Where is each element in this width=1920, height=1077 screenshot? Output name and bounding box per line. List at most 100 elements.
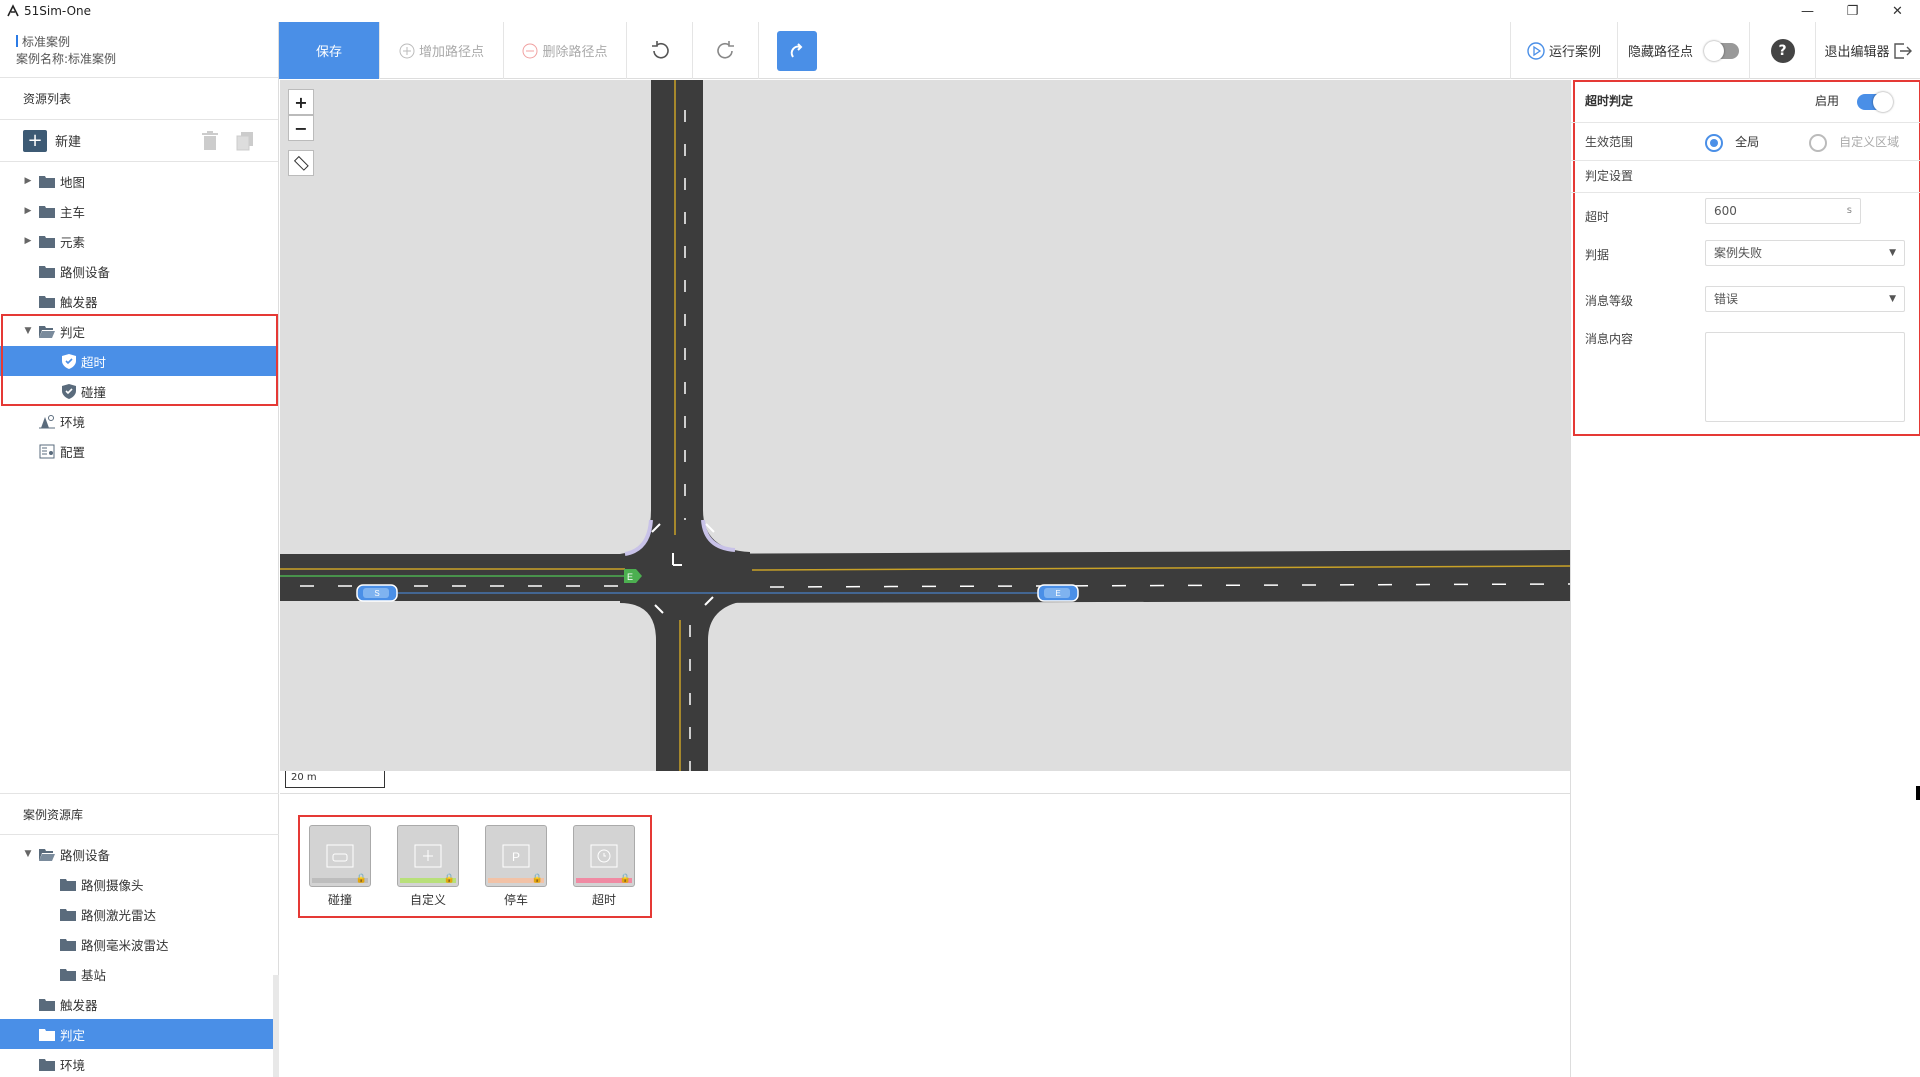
caret-icon[interactable]: ▶ — [23, 206, 33, 216]
close-button[interactable]: ✕ — [1875, 0, 1920, 22]
tree-item-label: 超时 — [81, 354, 107, 370]
case-library-panel: 案例资源库 ▼ 路侧设备 路侧摄像头 路侧激光雷达 路侧毫米波雷达 基站 触发器 — [0, 793, 279, 1077]
undo-button[interactable] — [627, 22, 693, 79]
map-canvas[interactable]: E S E + − — [280, 80, 1570, 771]
lib-item-label: 判定 — [60, 1027, 86, 1043]
ruler-button[interactable] — [288, 150, 314, 176]
palette-tile[interactable]: 🔒 — [309, 825, 371, 887]
tree-item-environment[interactable]: 环境 — [0, 406, 278, 436]
route-mode-button[interactable] — [759, 22, 835, 79]
timeout-input[interactable]: 600 s — [1705, 198, 1861, 224]
zoom-out-button[interactable]: − — [288, 115, 314, 141]
case-library-title: 案例资源库 — [0, 793, 279, 835]
panel-title: 超时判定 — [1585, 94, 1634, 108]
palette-tile[interactable]: 🔒 — [573, 825, 635, 887]
scope-custom-option[interactable]: 自定义区域 — [1809, 133, 1899, 152]
tree-item-map[interactable]: ▶ 地图 — [0, 166, 278, 196]
copy-icon[interactable] — [236, 131, 254, 151]
divider — [1571, 122, 1920, 123]
lib-item-judge[interactable]: 判定 — [0, 1019, 273, 1049]
palette-item-collision[interactable]: 🔒 碰撞 — [307, 825, 373, 908]
lib-item-lidar[interactable]: 路侧激光雷达 — [0, 899, 279, 929]
tree-item-judge[interactable]: ▼ 判定 — [0, 316, 278, 346]
add-waypoint-label: 增加路径点 — [418, 45, 484, 60]
delete-waypoint-button[interactable]: 删除路径点 — [504, 22, 627, 79]
tree-item-ego[interactable]: ▶ 主车 — [0, 196, 278, 226]
palette-tile[interactable]: P 🔒 — [485, 825, 547, 887]
timeout-unit: s — [1846, 205, 1852, 216]
chevron-down-icon: ▼ — [1889, 248, 1896, 258]
content-textarea[interactable] — [1705, 332, 1905, 422]
hide-waypoints-control: 隐藏路径点 — [1618, 22, 1750, 79]
toggle-knob — [1704, 40, 1724, 61]
palette-item-custom[interactable]: 🔒 自定义 — [395, 825, 461, 908]
ruler-icon — [293, 155, 309, 171]
lib-item-trigger[interactable]: 触发器 — [0, 989, 279, 1019]
caret-icon[interactable]: ▶ — [23, 176, 33, 186]
palette-tile[interactable]: 🔒 — [397, 825, 459, 887]
caret-icon[interactable]: ▶ — [23, 236, 33, 246]
tree-item-roadside[interactable]: 路侧设备 — [0, 256, 278, 286]
redo-button[interactable] — [693, 22, 759, 79]
road-north — [651, 80, 703, 550]
tree-item-trigger[interactable]: 触发器 — [0, 286, 278, 316]
add-icon[interactable]: + — [23, 129, 47, 152]
save-button[interactable]: 保存 — [279, 22, 380, 79]
exit-editor-button[interactable]: 退出编辑器 — [1816, 22, 1920, 79]
timeout-label: 超时 — [1585, 210, 1610, 224]
trash-icon[interactable] — [201, 131, 219, 151]
shield-icon — [62, 353, 76, 369]
caret-icon[interactable]: ▼ — [23, 326, 33, 336]
tree-item-label: 配置 — [60, 444, 86, 460]
folder-icon — [39, 205, 55, 218]
divider — [1571, 192, 1920, 193]
settings-title: 判定设置 — [1585, 169, 1634, 183]
content-label: 消息内容 — [1585, 332, 1634, 346]
folder-open-icon — [39, 848, 55, 861]
lib-item-label: 路侧摄像头 — [81, 877, 144, 893]
lib-item-environment[interactable]: 环境 — [0, 1049, 279, 1077]
case-name: 案例名称:标准案例 — [16, 52, 117, 66]
shield-icon — [62, 383, 76, 399]
tree-item-config[interactable]: 配置 — [0, 436, 278, 466]
palette-item-parking[interactable]: P 🔒 停车 — [483, 825, 549, 908]
lib-item-radar[interactable]: 路侧毫米波雷达 — [0, 929, 279, 959]
hide-waypoints-toggle[interactable] — [1704, 40, 1739, 61]
hide-waypoints-label: 隐藏路径点 — [1627, 45, 1693, 60]
app-logo-icon — [7, 4, 19, 17]
lib-item-basestation[interactable]: 基站 — [0, 959, 279, 989]
properties-panel: 超时判定 启用 生效范围 全局 自定义区域 判定设置 超时 600 s 判据 案… — [1570, 80, 1920, 1077]
minimize-button[interactable]: — — [1785, 0, 1830, 22]
folder-icon — [39, 235, 55, 248]
folder-icon — [39, 998, 55, 1011]
tree-item-timeout[interactable]: 超时 — [0, 346, 278, 376]
delete-waypoint-label: 删除路径点 — [542, 45, 608, 60]
radio-global[interactable] — [1705, 133, 1723, 152]
new-button-label[interactable]: 新建 — [55, 131, 81, 150]
scope-global-option[interactable]: 全局 — [1705, 133, 1759, 152]
judge-select[interactable]: 案例失败 ▼ — [1705, 240, 1905, 266]
lib-item-label: 环境 — [60, 1057, 86, 1073]
run-case-button[interactable]: 运行案例 — [1510, 22, 1618, 79]
help-button[interactable]: ? — [1750, 22, 1816, 79]
library-scrollbar[interactable] — [273, 975, 279, 1077]
caret-icon[interactable]: ▼ — [23, 849, 33, 859]
lib-item-roadside[interactable]: ▼ 路侧设备 — [0, 839, 279, 869]
timeout-value: 600 — [1714, 204, 1737, 218]
tree-item-elements[interactable]: ▶ 元素 — [0, 226, 278, 256]
palette-item-timeout[interactable]: 🔒 超时 — [571, 825, 637, 908]
scale-bar: 20 m — [285, 771, 385, 788]
tree-item-collision[interactable]: 碰撞 — [0, 376, 278, 406]
level-value: 错误 — [1714, 292, 1739, 306]
level-select[interactable]: 错误 ▼ — [1705, 286, 1905, 312]
zoom-in-button[interactable]: + — [288, 89, 314, 115]
lib-item-camera[interactable]: 路侧摄像头 — [0, 869, 279, 899]
config-icon — [39, 444, 55, 458]
maximize-button[interactable]: ❐ — [1830, 0, 1875, 22]
enable-toggle[interactable] — [1857, 92, 1893, 112]
road-map[interactable]: E S E — [280, 80, 1570, 771]
route-mode-square[interactable] — [777, 30, 817, 71]
add-waypoint-button[interactable]: 增加路径点 — [380, 22, 504, 79]
radio-custom[interactable] — [1809, 133, 1827, 152]
